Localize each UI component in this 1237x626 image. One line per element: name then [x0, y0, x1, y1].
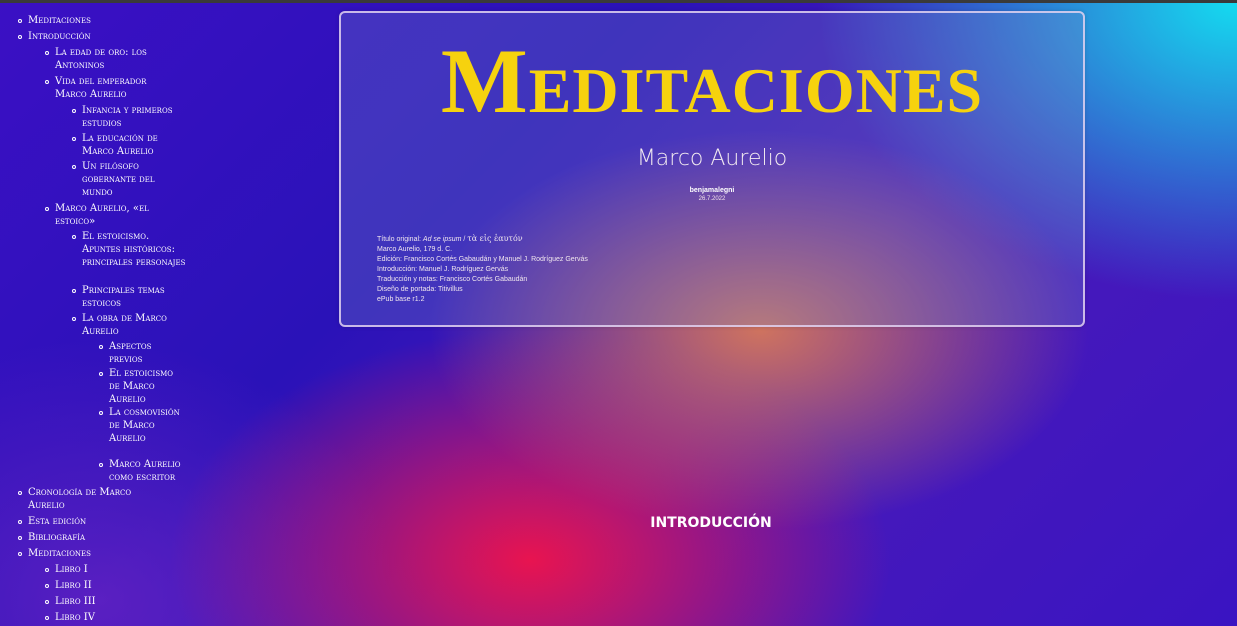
credits-line: Edición: Francisco Cortés Gabaudán y Man…	[377, 256, 588, 263]
ebook-editor: benjamalegni	[689, 187, 735, 194]
bullet-icon	[72, 137, 76, 141]
toc-item-filosofo-gobernante[interactable]: Un filósofo gobernante del mundo	[72, 160, 172, 199]
bullet-icon	[72, 235, 76, 239]
book-author: Marco Aurelio	[636, 146, 788, 171]
bullet-icon	[45, 568, 49, 572]
toc-item-edad-de-oro[interactable]: La edad de oro: los Antoninos	[45, 46, 175, 72]
bullet-icon	[45, 600, 49, 604]
toc-item-como-escritor[interactable]: Marco Aurelio como escritor	[99, 458, 194, 484]
bullet-icon	[18, 552, 22, 556]
bullet-icon	[72, 109, 76, 113]
toc-item-libro-1[interactable]: Libro I	[45, 563, 165, 576]
toc-item-cosmovision[interactable]: La cosmovisión de Marco Aurelio	[99, 406, 189, 445]
top-bar	[0, 0, 1237, 3]
toc-item-obra-marco-aurelio[interactable]: La obra de Marco Aurelio	[72, 312, 187, 338]
credits-line: Traducción y notas: Francisco Cortés Gab…	[377, 276, 528, 283]
toc-item-libro-4[interactable]: Libro IV	[45, 611, 165, 624]
credits-block: Título original: Ad se ipsum / τὰ εἰς ἑα…	[377, 234, 797, 305]
credits-line: Marco Aurelio, 179 d. C.	[377, 246, 453, 253]
title-page-card: Meditaciones Marco Aurelio benjamalegni …	[339, 11, 1085, 327]
bullet-icon	[72, 289, 76, 293]
bullet-icon	[99, 411, 103, 415]
toc-item-esta-edicion[interactable]: Esta edición	[18, 515, 188, 528]
bullet-icon	[72, 317, 76, 321]
toc-item-aspectos-previos[interactable]: Aspectos previos	[99, 340, 184, 366]
toc-item-libro-3[interactable]: Libro III	[45, 595, 165, 608]
bullet-icon	[72, 165, 76, 169]
toc-item-estoicismo-apuntes[interactable]: El estoicismo. Apuntes históricos: princ…	[72, 230, 187, 269]
bullet-icon	[18, 19, 22, 23]
bullet-icon	[18, 491, 22, 495]
bullet-icon	[45, 207, 49, 211]
bullet-icon	[45, 80, 49, 84]
credits-line: Introducción: Manuel J. Rodríguez Gervás	[377, 266, 509, 273]
toc-item-libro-2[interactable]: Libro II	[45, 579, 165, 592]
toc-item-temas-estoicos[interactable]: Principales temas estoicos	[72, 284, 190, 310]
toc-item-cronologia[interactable]: Cronología de Marco Aurelio	[18, 486, 168, 512]
toc-item-el-estoico[interactable]: Marco Aurelio, «el estoico»	[45, 202, 170, 228]
bullet-icon	[18, 35, 22, 39]
toc-item-meditaciones-2[interactable]: Meditaciones	[18, 547, 188, 560]
credits-line: ePub base r1.2	[377, 296, 425, 303]
toc-item-introduccion[interactable]: Introducción	[18, 30, 188, 43]
toc-item-infancia[interactable]: Infancia y primeros estudios	[72, 104, 190, 130]
bullet-icon	[99, 345, 103, 349]
original-title-line: Título original: Ad se ipsum / τὰ εἰς ἑα…	[377, 234, 523, 243]
bullet-icon	[18, 520, 22, 524]
bullet-icon	[18, 536, 22, 540]
bullet-icon	[45, 51, 49, 55]
toc-item-educacion[interactable]: La educación de Marco Aurelio	[72, 132, 182, 158]
book-title: Meditaciones	[440, 30, 984, 132]
bullet-icon	[99, 372, 103, 376]
toc-item-bibliografia[interactable]: Bibliografía	[18, 531, 188, 544]
toc-item-estoicismo-marco[interactable]: El estoicismo de Marco Aurelio	[99, 367, 184, 406]
bullet-icon	[45, 616, 49, 620]
toc-item-meditaciones[interactable]: Meditaciones	[18, 14, 188, 27]
toc-item-vida-emperador[interactable]: Vida del emperador Marco Aurelio	[45, 75, 175, 101]
credits-line: Diseño de portada: Titivillus	[377, 286, 463, 293]
edition-date: 26.7.2022	[698, 196, 726, 202]
bullet-icon	[99, 463, 103, 467]
bullet-icon	[45, 584, 49, 588]
section-heading: INTRODUCCIÓN	[650, 515, 772, 531]
